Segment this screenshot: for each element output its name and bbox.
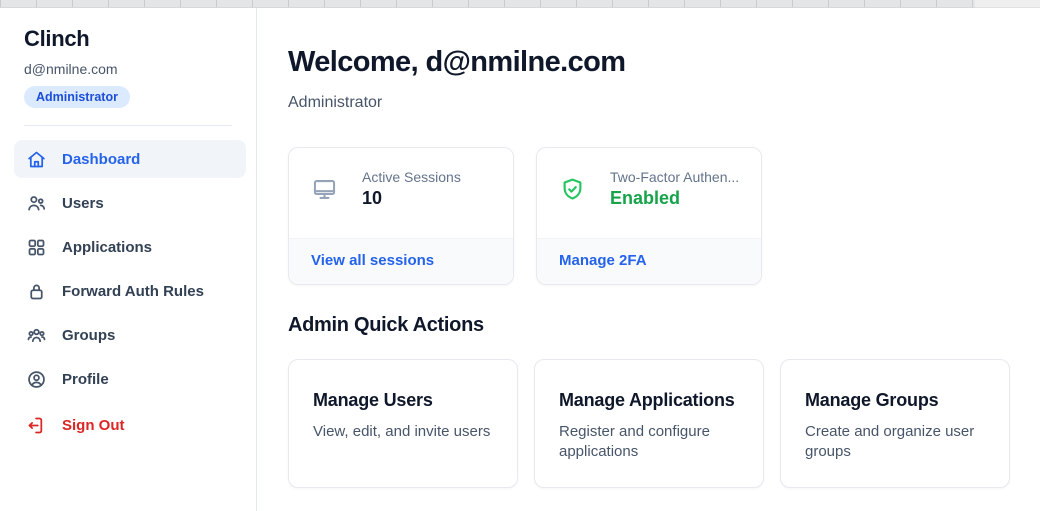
user-email: d@nmilne.com bbox=[24, 61, 232, 77]
stat-value: Enabled bbox=[610, 188, 739, 209]
logout-icon bbox=[26, 415, 47, 436]
sidebar-item-dashboard[interactable]: Dashboard bbox=[14, 140, 246, 178]
sidebar-item-label: Applications bbox=[62, 239, 152, 256]
quick-card-description: View, edit, and invite users bbox=[313, 422, 493, 442]
stat-card-footer: Manage 2FA bbox=[537, 238, 761, 284]
sidebar-item-label: Profile bbox=[62, 371, 109, 388]
stat-label: Two-Factor Authen... bbox=[610, 169, 739, 185]
lock-icon bbox=[26, 281, 47, 302]
app-logo-text: Clinch bbox=[24, 26, 232, 52]
shield-check-icon bbox=[559, 176, 586, 203]
sidebar-divider bbox=[24, 125, 232, 126]
page-subtitle: Administrator bbox=[288, 94, 1040, 112]
profile-circle-icon bbox=[26, 369, 47, 390]
manage-users-card[interactable]: Manage Users View, edit, and invite user… bbox=[288, 359, 518, 488]
sidebar-item-label: Groups bbox=[62, 327, 115, 344]
sidebar-item-sign-out[interactable]: Sign Out bbox=[14, 406, 246, 444]
sidebar-item-label: Forward Auth Rules bbox=[62, 283, 204, 300]
page-title: Welcome, d@nmilne.com bbox=[288, 46, 1040, 79]
role-badge: Administrator bbox=[24, 86, 130, 108]
manage-applications-card[interactable]: Manage Applications Register and configu… bbox=[534, 359, 764, 488]
quick-card-title: Manage Applications bbox=[559, 390, 739, 411]
quick-card-title: Manage Users bbox=[313, 390, 493, 411]
sidebar-item-forward-auth-rules[interactable]: Forward Auth Rules bbox=[14, 272, 246, 310]
stats-row: Active Sessions 10 View all sessions bbox=[288, 147, 1040, 285]
users-icon bbox=[26, 193, 47, 214]
sidebar-item-label: Users bbox=[62, 195, 104, 212]
two-factor-card: Two-Factor Authen... Enabled Manage 2FA bbox=[536, 147, 762, 285]
home-icon bbox=[26, 149, 47, 170]
app-layout: Clinch d@nmilne.com Administrator Dashbo… bbox=[0, 8, 1040, 511]
manage-groups-card[interactable]: Manage Groups Create and organize user g… bbox=[780, 359, 1010, 488]
sidebar-nav: Dashboard Users Applications Forward Aut… bbox=[14, 140, 246, 444]
main-content: Welcome, d@nmilne.com Administrator Acti… bbox=[257, 8, 1040, 511]
view-all-sessions-link[interactable]: View all sessions bbox=[311, 252, 434, 269]
monitor-icon bbox=[311, 176, 338, 203]
sidebar-item-groups[interactable]: Groups bbox=[14, 316, 246, 354]
browser-tab-strip bbox=[0, 0, 1040, 8]
manage-2fa-link[interactable]: Manage 2FA bbox=[559, 252, 647, 269]
groups-icon bbox=[26, 325, 47, 346]
stat-text: Two-Factor Authen... Enabled bbox=[610, 169, 739, 209]
quick-actions-row: Manage Users View, edit, and invite user… bbox=[288, 359, 1040, 488]
quick-card-description: Create and organize user groups bbox=[805, 422, 985, 463]
stat-text: Active Sessions 10 bbox=[362, 169, 461, 209]
stat-label: Active Sessions bbox=[362, 169, 461, 185]
sidebar: Clinch d@nmilne.com Administrator Dashbo… bbox=[0, 8, 257, 511]
quick-card-title: Manage Groups bbox=[805, 390, 985, 411]
stat-card-footer: View all sessions bbox=[289, 238, 513, 284]
quick-card-description: Register and configure applications bbox=[559, 422, 739, 463]
sidebar-item-profile[interactable]: Profile bbox=[14, 360, 246, 398]
quick-actions-heading: Admin Quick Actions bbox=[288, 314, 1040, 337]
tab-strip-empty bbox=[975, 0, 1040, 8]
stat-card-body: Active Sessions 10 bbox=[289, 148, 513, 238]
stat-value: 10 bbox=[362, 188, 461, 209]
sidebar-item-applications[interactable]: Applications bbox=[14, 228, 246, 266]
stat-card-body: Two-Factor Authen... Enabled bbox=[537, 148, 761, 238]
active-sessions-card: Active Sessions 10 View all sessions bbox=[288, 147, 514, 285]
sidebar-item-label: Sign Out bbox=[62, 417, 125, 434]
grid-icon bbox=[26, 237, 47, 258]
tab-strip-ticks bbox=[0, 0, 975, 8]
sidebar-item-users[interactable]: Users bbox=[14, 184, 246, 222]
sidebar-item-label: Dashboard bbox=[62, 151, 140, 168]
